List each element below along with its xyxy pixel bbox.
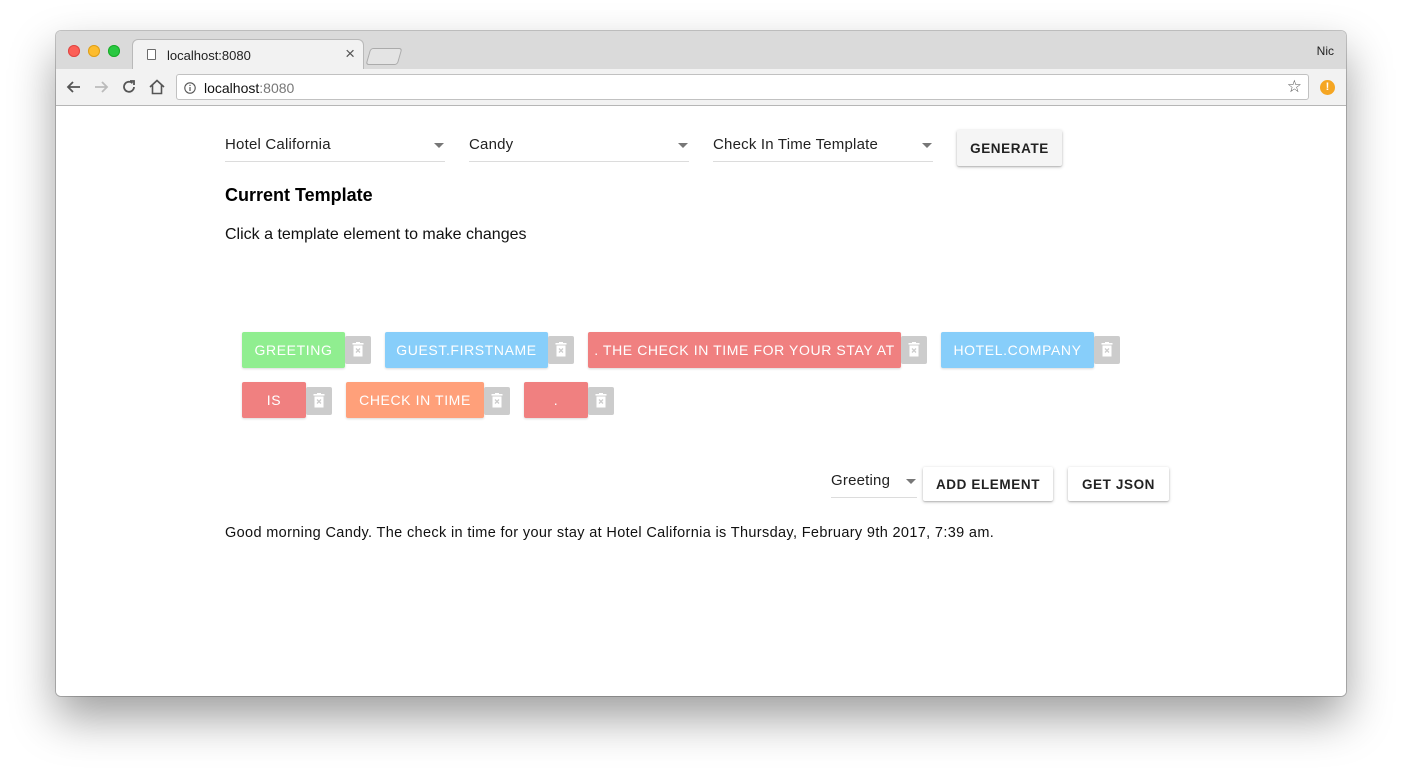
element-type-select[interactable]: Greeting: [831, 466, 917, 498]
template-element-guest-firstname[interactable]: GUEST.FIRSTNAME: [385, 332, 548, 368]
dropdown-arrow-icon: [906, 479, 916, 484]
delete-element-button[interactable]: [306, 387, 332, 415]
template-element-is[interactable]: IS: [242, 382, 306, 418]
info-icon[interactable]: [184, 81, 196, 94]
minimize-window-button[interactable]: [88, 45, 100, 57]
dropdown-arrow-icon: [434, 143, 444, 148]
trash-icon: [491, 393, 503, 408]
dropdown-arrow-icon: [922, 143, 932, 148]
back-icon[interactable]: [64, 77, 84, 97]
delete-element-button[interactable]: [548, 336, 574, 364]
template-select[interactable]: Check In Time Template: [713, 130, 933, 162]
get-json-button[interactable]: GET JSON: [1068, 467, 1169, 501]
template-element-period[interactable]: .: [524, 382, 588, 418]
url-text[interactable]: localhost:8080: [204, 80, 294, 96]
address-bar[interactable]: localhost:8080 ☆: [176, 74, 1309, 100]
generated-message: Good morning Candy. The check in time fo…: [225, 525, 995, 541]
trash-icon: [352, 342, 364, 357]
template-element-check-in-time[interactable]: CHECK IN TIME: [346, 382, 484, 418]
add-element-button[interactable]: ADD ELEMENT: [923, 467, 1053, 501]
dropdown-arrow-icon: [678, 143, 688, 148]
bookmark-star-icon[interactable]: ☆: [1287, 78, 1302, 95]
profile-name[interactable]: Nic: [1317, 44, 1334, 58]
guest-select-value: Candy: [469, 136, 514, 153]
trash-icon: [908, 342, 920, 357]
hotel-select-value: Hotel California: [225, 136, 331, 153]
url-port: :8080: [259, 80, 295, 96]
page-icon: [147, 49, 156, 60]
new-tab-button[interactable]: [365, 48, 403, 65]
trash-icon: [313, 393, 325, 408]
template-element-hotel-company[interactable]: HOTEL.COMPANY: [941, 332, 1094, 368]
delete-element-button[interactable]: [588, 387, 614, 415]
trash-icon: [555, 342, 567, 357]
maximize-window-button[interactable]: [108, 45, 120, 57]
reload-icon[interactable]: [119, 77, 139, 97]
trash-icon: [595, 393, 607, 408]
delete-element-button[interactable]: [345, 336, 371, 364]
hotel-select[interactable]: Hotel California: [225, 130, 445, 162]
guest-select[interactable]: Candy: [469, 130, 689, 162]
template-element-static-text[interactable]: . THE CHECK IN TIME FOR YOUR STAY AT: [588, 332, 901, 368]
template-select-value: Check In Time Template: [713, 136, 879, 153]
tab-close-icon[interactable]: ×: [345, 45, 355, 63]
url-host: localhost: [204, 80, 260, 96]
delete-element-button[interactable]: [1094, 336, 1120, 364]
trash-icon: [1101, 342, 1113, 357]
delete-element-button[interactable]: [484, 387, 510, 415]
forward-icon[interactable]: [91, 77, 111, 97]
element-type-select-value: Greeting: [831, 472, 891, 489]
tab-strip: localhost:8080 × Nic: [56, 31, 1346, 69]
generate-button[interactable]: GENERATE: [957, 130, 1062, 166]
home-icon[interactable]: [147, 77, 167, 97]
delete-element-button[interactable]: [901, 336, 927, 364]
browser-tab[interactable]: localhost:8080 ×: [132, 39, 364, 69]
close-window-button[interactable]: [68, 45, 80, 57]
extension-warning-icon[interactable]: !: [1320, 80, 1335, 95]
browser-window: localhost:8080 × Nic localhost:8080 ☆ !: [56, 31, 1346, 696]
page-content: Hotel California Candy Check In Time Tem…: [56, 106, 1346, 696]
instruction-text: Click a template element to make changes: [225, 226, 527, 243]
template-element-greeting[interactable]: GREETING: [242, 332, 345, 368]
section-heading: Current Template: [225, 185, 373, 205]
browser-toolbar: localhost:8080 ☆ !: [56, 69, 1346, 106]
tab-title: localhost:8080: [167, 48, 251, 63]
